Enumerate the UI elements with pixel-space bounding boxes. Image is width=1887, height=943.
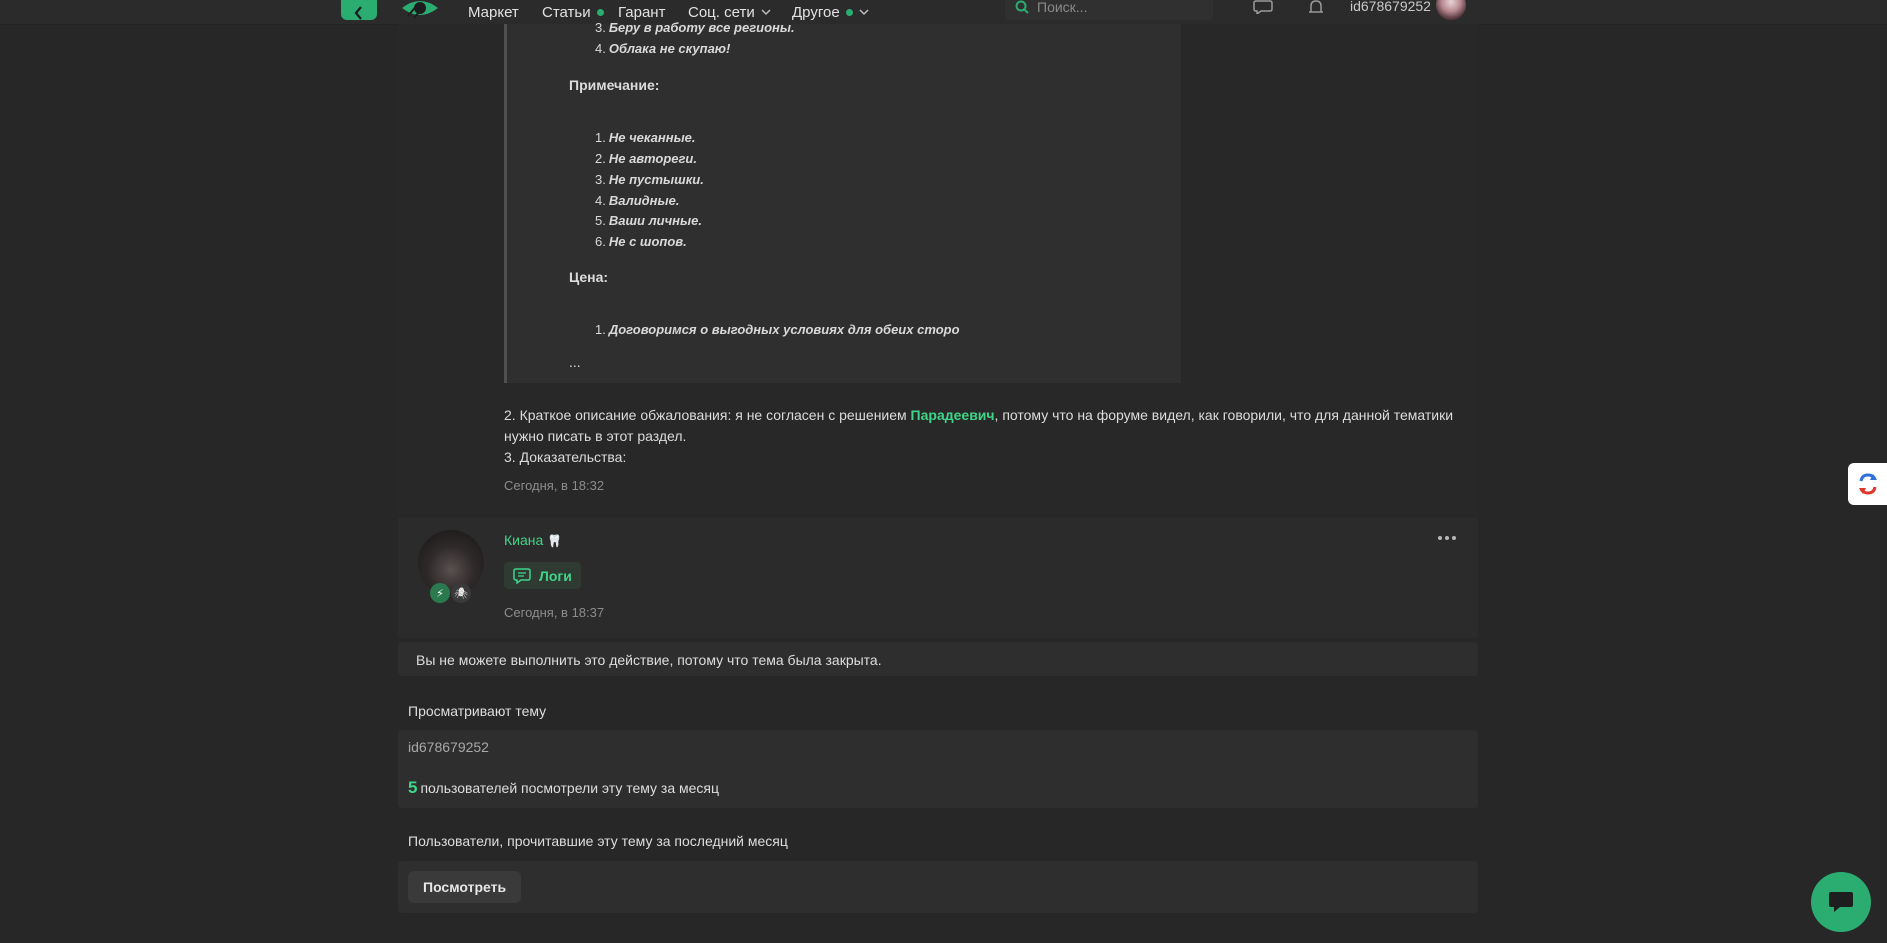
new-indicator-dot bbox=[596, 8, 604, 16]
nav-articles-label: Статьи bbox=[542, 3, 591, 21]
author-name[interactable]: Киана 🦷 bbox=[504, 532, 562, 548]
back-button[interactable] bbox=[341, 0, 377, 20]
chevron-down-icon bbox=[859, 9, 869, 16]
nav-social-label: Соц. сети bbox=[688, 3, 755, 21]
refresh-icon bbox=[1858, 473, 1877, 495]
list-item: 6. Не с шопов. bbox=[595, 234, 687, 249]
user-mention-link[interactable]: Парадеевич bbox=[911, 407, 995, 423]
nav-social[interactable]: Соц. сети bbox=[688, 4, 771, 21]
list-item: 1. Договоримся о выгодных условиях для об… bbox=[595, 322, 960, 337]
new-indicator-dot bbox=[845, 8, 853, 16]
chevron-down-icon bbox=[761, 9, 771, 16]
logs-label: Логи bbox=[539, 567, 572, 584]
viewers-block: id678679252 5 пользователей посмотрели эт… bbox=[398, 730, 1478, 808]
author-emoji-icon: 🦷 bbox=[547, 534, 563, 548]
viewing-title: Просматривают тему bbox=[408, 703, 547, 719]
viewer-username[interactable]: id678679252 bbox=[408, 739, 489, 755]
site-logo[interactable] bbox=[400, 0, 440, 22]
user-avatar[interactable] bbox=[1436, 0, 1466, 20]
search-placeholder: Поиск... bbox=[1037, 0, 1088, 15]
chat-bubble-icon bbox=[1829, 892, 1853, 912]
note-label: Примечание: bbox=[569, 77, 660, 93]
spider-badge-icon: 🕷 bbox=[451, 583, 471, 603]
post-text-line2: 3. Доказательства: bbox=[504, 449, 627, 465]
translate-widget[interactable] bbox=[1848, 463, 1887, 505]
price-label: Цена: bbox=[569, 269, 609, 285]
closed-thread-notice: Вы не можете выполнить это действие, пот… bbox=[398, 642, 1478, 676]
list-item: 3. Беру в работу все регионы. bbox=[595, 20, 795, 35]
nav-market[interactable]: Маркет bbox=[468, 4, 519, 21]
list-item: 3. Не пустышки. bbox=[595, 172, 704, 187]
nav-other-label: Другое bbox=[792, 3, 840, 21]
post-timestamp[interactable]: Сегодня, в 18:32 bbox=[504, 478, 604, 493]
post-message: 2. Краткое описание обжалования: я не со… bbox=[504, 405, 1464, 468]
nav-articles[interactable]: Статьи bbox=[542, 4, 604, 21]
author-avatar[interactable] bbox=[418, 530, 484, 596]
chevron-left-icon bbox=[354, 6, 362, 20]
readers-title: Пользователи, прочитавшие эту тему за по… bbox=[408, 833, 788, 849]
view-count-text: 5 пользователей посмотрели эту тему за ме… bbox=[408, 778, 720, 797]
quote-block: 3. Беру в работу все регионы. 4. Облака не… bbox=[504, 20, 1181, 383]
comment-icon bbox=[513, 567, 531, 584]
chat-icon[interactable] bbox=[1252, 0, 1274, 14]
post-text-line1: 2. Краткое описание обжалования: я не со… bbox=[504, 407, 911, 423]
support-chat-button[interactable] bbox=[1811, 872, 1871, 932]
list-item: 4. Валидные. bbox=[595, 193, 680, 208]
quote-ellipsis[interactable]: ... bbox=[569, 354, 581, 370]
readers-block: Посмотреть bbox=[398, 861, 1478, 913]
bell-icon[interactable] bbox=[1305, 0, 1327, 14]
nav-guarantor[interactable]: Гарант bbox=[618, 4, 665, 21]
lightning-badge-icon: ⚡ bbox=[430, 583, 450, 603]
notice-text: Вы не можете выполнить это действие, пот… bbox=[416, 652, 882, 668]
more-options-icon[interactable] bbox=[1438, 533, 1458, 543]
logs-button[interactable]: Логи bbox=[504, 562, 581, 589]
view-readers-button[interactable]: Посмотреть bbox=[408, 871, 522, 903]
view-count: 5 bbox=[408, 778, 418, 797]
list-item: 4. Облака не скупаю! bbox=[595, 41, 731, 56]
list-item: 2. Не автореги. bbox=[595, 151, 697, 166]
list-item: 1. Не чеканные. bbox=[595, 130, 696, 145]
nav-other[interactable]: Другое bbox=[792, 4, 869, 21]
list-item: 5. Ваши личные. bbox=[595, 213, 702, 228]
top-navigation-bar: Маркет Статьи Гарант Соц. сети Другое По… bbox=[0, 0, 1887, 25]
search-icon bbox=[1015, 0, 1029, 14]
search-input[interactable]: Поиск... bbox=[1005, 0, 1213, 20]
reply-timestamp[interactable]: Сегодня, в 18:37 bbox=[504, 605, 604, 620]
current-username[interactable]: id678679252 bbox=[1350, 0, 1431, 14]
